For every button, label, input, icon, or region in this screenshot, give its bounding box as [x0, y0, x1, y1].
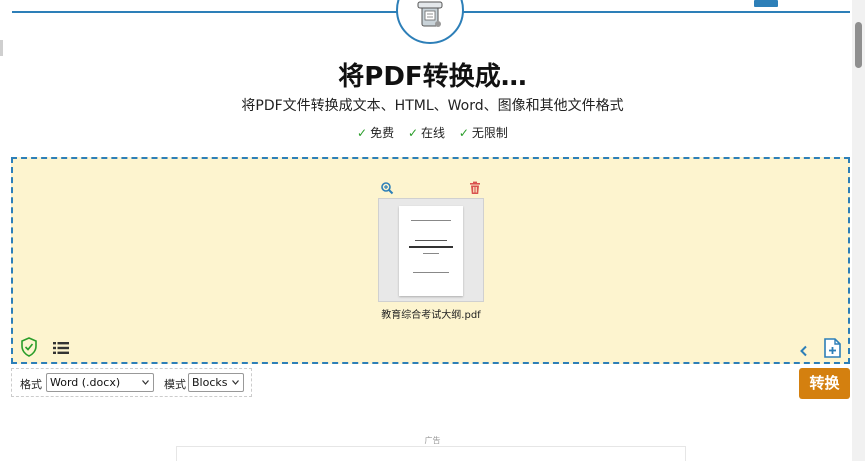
header-menu-mark[interactable] — [754, 0, 778, 7]
feature-label: 在线 — [421, 126, 446, 140]
chevron-left-icon[interactable] — [799, 342, 809, 357]
conversion-options: 格式 Word (.docx) 模式 Blocks — [11, 368, 252, 397]
mascot-icon — [396, 0, 464, 44]
check-icon: ✓ — [458, 126, 469, 140]
file-thumbnail[interactable] — [378, 198, 484, 302]
page-subtitle: 将PDF文件转换成文本、HTML、Word、图像和其他文件格式 — [241, 98, 624, 114]
side-tab[interactable] — [0, 40, 3, 56]
chevron-down-icon — [142, 380, 149, 385]
add-file-icon[interactable] — [823, 338, 841, 358]
mode-label: 模式 — [164, 378, 186, 391]
convert-button[interactable]: 转换 — [799, 368, 850, 399]
check-icon: ✓ — [357, 126, 368, 140]
format-select[interactable]: Word (.docx) — [46, 373, 154, 392]
feature-free: ✓ 免费 — [357, 124, 394, 141]
format-label: 格式 — [20, 378, 42, 391]
trash-icon[interactable] — [468, 180, 482, 194]
page: 将PDF转换成… 将PDF文件转换成文本、HTML、Word、图像和其他文件格式… — [0, 0, 865, 461]
shield-check-icon[interactable] — [20, 337, 38, 357]
list-icon[interactable] — [53, 340, 69, 354]
file-dropzone[interactable]: 教育综合考试大纲.pdf — [11, 157, 850, 364]
feature-unlimited: ✓ 无限制 — [459, 124, 508, 141]
feature-list: ✓ 免费 ✓ 在线 ✓ 无限制 — [0, 124, 865, 141]
feature-label: 无限制 — [471, 126, 508, 140]
page-title: 将PDF转换成… — [338, 62, 527, 92]
ad-label: 广告 — [424, 436, 441, 445]
file-name: 教育综合考试大纲.pdf — [381, 310, 481, 321]
vertical-scrollbar[interactable] — [852, 0, 865, 461]
format-select-value: Word (.docx) — [50, 376, 121, 389]
check-icon: ✓ — [407, 126, 419, 140]
pdf-page-preview — [399, 206, 463, 296]
mode-select[interactable]: Blocks — [188, 373, 244, 392]
mode-select-value: Blocks — [192, 376, 228, 389]
zoom-in-icon[interactable] — [380, 180, 394, 195]
scrollbar-thumb[interactable] — [855, 22, 862, 68]
feature-online: ✓ 在线 — [408, 124, 445, 141]
feature-label: 免费 — [370, 126, 395, 140]
chevron-down-icon — [232, 380, 239, 385]
ad-container — [176, 446, 686, 461]
